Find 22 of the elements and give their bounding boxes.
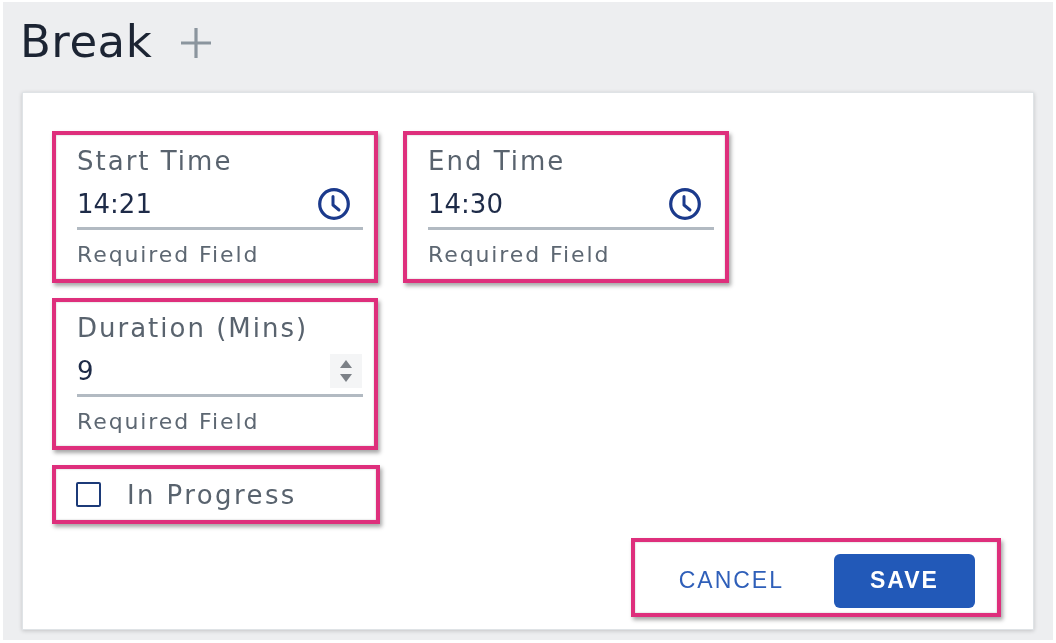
- helper-text: Required Field: [428, 242, 612, 268]
- clock-icon[interactable]: [318, 188, 350, 220]
- time-input[interactable]: 14:30: [428, 181, 714, 230]
- plus-icon: [180, 27, 213, 59]
- field-label: Start Time: [77, 146, 234, 176]
- input-value: 14:21: [77, 188, 152, 220]
- input-value: 14:30: [428, 188, 503, 220]
- save-button[interactable]: SAVE: [834, 553, 975, 608]
- helper-text: Required Field: [77, 409, 261, 435]
- cancel-button[interactable]: CANCEL: [664, 553, 798, 608]
- add-button[interactable]: [180, 27, 213, 59]
- input-value: 9: [77, 355, 94, 387]
- number-input[interactable]: 9: [77, 348, 363, 397]
- checkbox-label: In Progress: [127, 479, 297, 510]
- stepper-icon[interactable]: [330, 354, 362, 388]
- field-label: End Time: [428, 146, 567, 176]
- checkbox[interactable]: [76, 482, 101, 507]
- time-input[interactable]: 14:21: [77, 181, 363, 230]
- field-label: Duration (Mins): [77, 313, 310, 343]
- clock-icon[interactable]: [669, 188, 701, 220]
- helper-text: Required Field: [77, 242, 261, 268]
- page-title: Break: [20, 15, 153, 69]
